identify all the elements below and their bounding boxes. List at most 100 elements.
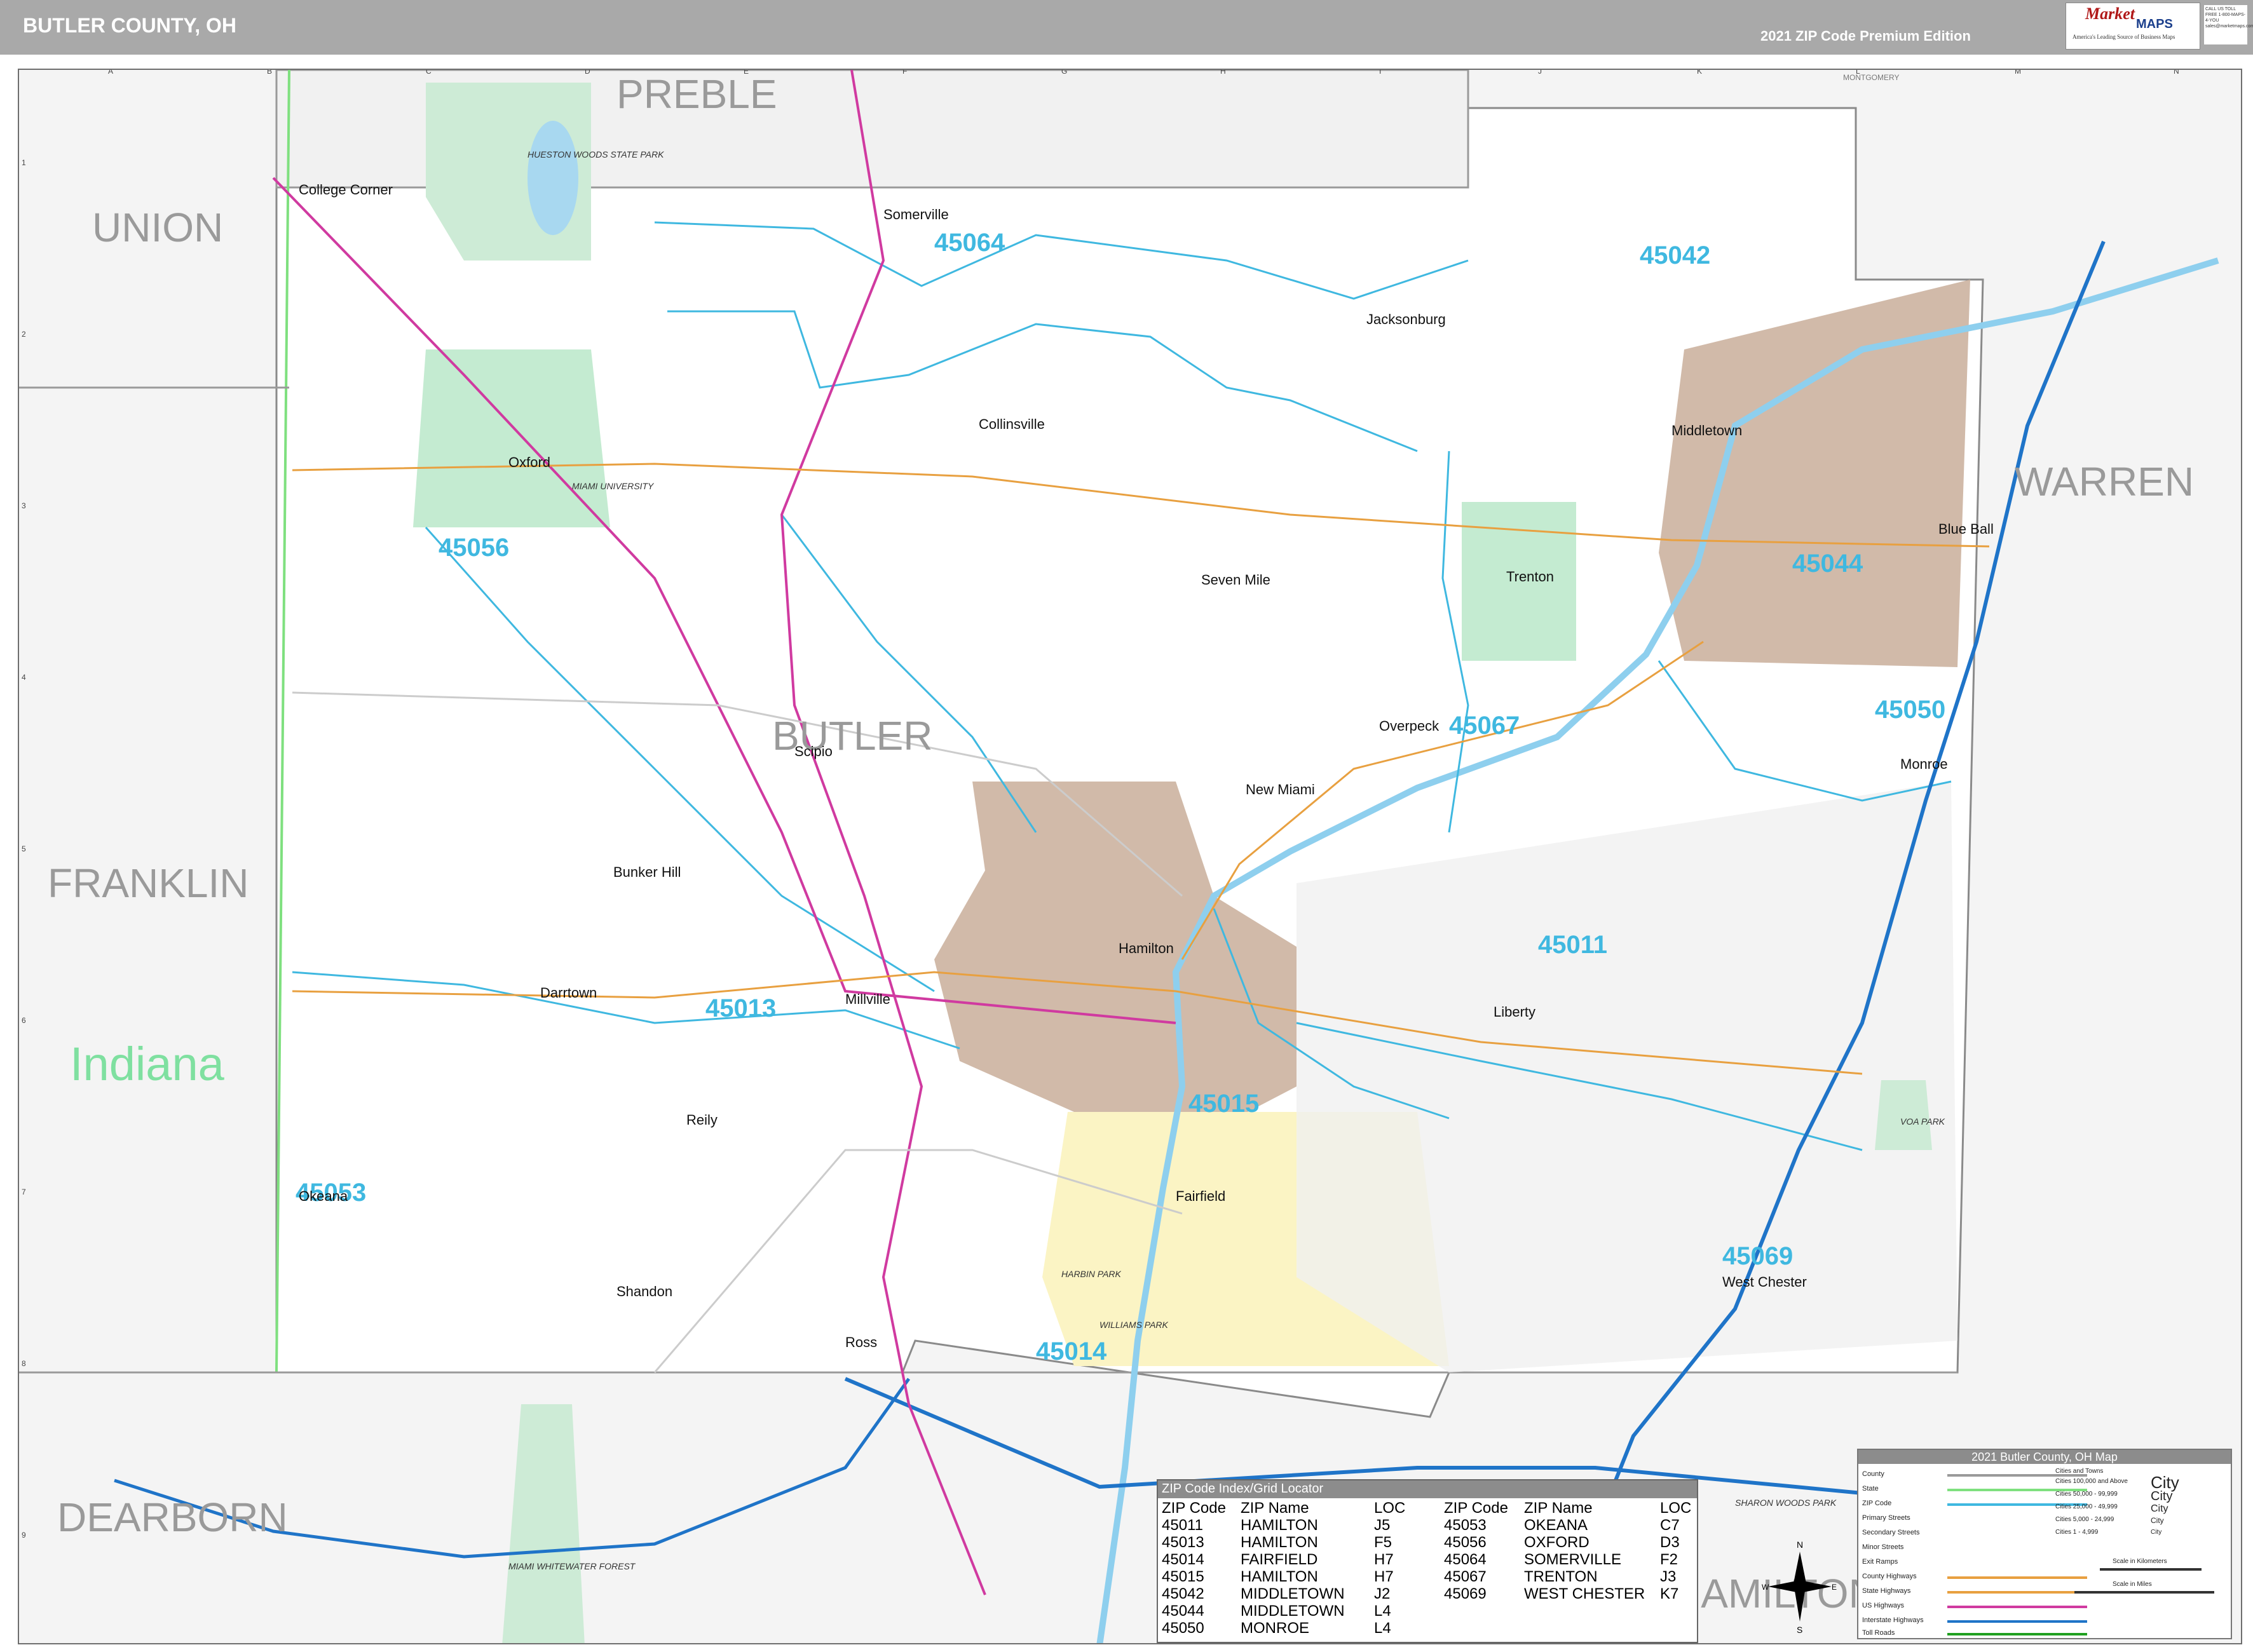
grid-col-f: F: [902, 70, 907, 76]
zip-cell: 45069: [1444, 1585, 1487, 1602]
zip-name-cell: HAMILTON: [1241, 1517, 1318, 1534]
loc-cell: C7: [1660, 1517, 1680, 1534]
grid-row-2: 2: [22, 330, 26, 339]
loc-cell: J2: [1374, 1585, 1391, 1602]
map-title: BUTLER COUNTY, OH: [23, 14, 236, 37]
grid-row-6: 6: [22, 1016, 26, 1025]
zip-name-cell: MIDDLETOWN: [1241, 1585, 1345, 1602]
zip-col-left-zip: ZIP Code 45011 45013 45014 45015 45042 4…: [1162, 1500, 1226, 1637]
grid-col-k: K: [1697, 70, 1702, 76]
grid-row-5: 5: [22, 844, 26, 853]
zip-cell: 45013: [1162, 1534, 1204, 1551]
legend-city-size-3: Cities 25,000 - 49,999: [2055, 1503, 2118, 1510]
legend-county: County: [1862, 1470, 1884, 1478]
city-label-ross: Ross: [845, 1334, 877, 1350]
zip-label-45064: 45064: [934, 229, 1005, 257]
zip-label-45069: 45069: [1722, 1242, 1793, 1270]
city-label-scipio: Scipio: [794, 743, 833, 759]
zip-header: ZIP Code: [1162, 1500, 1226, 1517]
legend-state-hwy: State Highways: [1862, 1587, 1911, 1595]
zip-cell: 45056: [1444, 1534, 1487, 1551]
legend-city-size-4: Cities 5,000 - 24,999: [2055, 1516, 2114, 1523]
zip-cell: 45064: [1444, 1551, 1487, 1568]
city-label-west-chester: West Chester: [1722, 1274, 1807, 1290]
county-label-warren: WARREN: [2015, 459, 2194, 504]
grid-col-m: M: [2015, 70, 2021, 76]
zip-cell: 45014: [1162, 1551, 1204, 1568]
city-label-fairfield: Fairfield: [1176, 1188, 1225, 1204]
legend-us-hwy: US Highways: [1862, 1602, 1905, 1609]
logo-market-text: Market: [2085, 4, 2135, 23]
grid-col-d: D: [585, 70, 590, 76]
zip-cell: 45015: [1162, 1568, 1204, 1585]
legend-county-hwy: County Highways: [1862, 1573, 1917, 1580]
park-label-hueston-woods: HUESTON WOODS STATE PARK: [528, 149, 664, 159]
zip-name-cell: WEST CHESTER: [1524, 1585, 1645, 1602]
zip-name-cell: OKEANA: [1524, 1517, 1588, 1534]
zip-name-header: ZIP Name: [1524, 1500, 1593, 1517]
loc-cell: F5: [1374, 1534, 1392, 1551]
zip-label-45067: 45067: [1449, 712, 1520, 740]
loc-cell: J5: [1374, 1517, 1391, 1534]
grid-row-7: 7: [22, 1188, 26, 1196]
grid-col-n: N: [2174, 70, 2179, 76]
legend-primary: Primary Streets: [1862, 1514, 1910, 1522]
map-graphics[interactable]: A B C D E F G H I J K L M N 1 2 3 4 5 6 …: [19, 70, 2242, 1644]
city-label-oxford: Oxford: [508, 454, 550, 470]
legend-toll: Toll Roads: [1862, 1629, 1895, 1637]
legend-toll-swatch: [1947, 1633, 2087, 1635]
state-label-indiana: Indiana: [70, 1038, 225, 1090]
zip-cell: 45044: [1162, 1602, 1204, 1620]
loc-header: LOC: [1374, 1500, 1406, 1517]
city-label-darrtown: Darrtown: [540, 985, 597, 1001]
legend-secondary: Secondary Streets: [1862, 1529, 1920, 1536]
loc-cell: H7: [1374, 1568, 1394, 1585]
edition-label: 2021 ZIP Code Premium Edition: [1760, 28, 1971, 44]
zip-name-cell: MIDDLETOWN: [1241, 1602, 1345, 1620]
county-label-dearborn: DEARBORN: [57, 1494, 288, 1540]
grid-col-b: B: [267, 70, 272, 76]
legend-city-sample-5: City: [2151, 1529, 2162, 1536]
legend-scale-km: Scale in Kilometers: [2113, 1558, 2167, 1565]
legend-interstate: Interstate Highways: [1862, 1616, 1924, 1624]
loc-cell: H7: [1374, 1551, 1394, 1568]
contact-info: CALL US TOLL FREE 1-800-MAPS-4-YOU sales…: [2204, 5, 2253, 44]
zip-col-left-loc: LOC J5 F5 H7 H7 J2 L4 L4: [1374, 1500, 1405, 1637]
loc-cell: K7: [1660, 1585, 1679, 1602]
loc-cell: J3: [1660, 1568, 1677, 1585]
legend-minor: Minor Streets: [1862, 1543, 1904, 1551]
zip-name-cell: SOMERVILLE: [1524, 1551, 1621, 1568]
city-label-college-corner: College Corner: [299, 182, 393, 198]
grid-col-i: I: [1379, 70, 1381, 76]
legend-state-hwy-swatch: [1947, 1591, 2087, 1594]
compass-s: S: [1797, 1625, 1802, 1634]
city-label-new-miami: New Miami: [1246, 782, 1315, 797]
legend-ramps: Exit Ramps: [1862, 1558, 1898, 1566]
city-label-bunker-hill: Bunker Hill: [613, 864, 681, 880]
city-label-overpeck: Overpeck: [1379, 718, 1440, 734]
loc-cell: F2: [1660, 1551, 1678, 1568]
market-maps-logo[interactable]: Market MAPS America's Leading Source of …: [2066, 3, 2200, 50]
compass-e: E: [1832, 1583, 1837, 1592]
zip-cell: 45042: [1162, 1585, 1204, 1602]
zip-index-title: ZIP Code Index/Grid Locator: [1158, 1480, 1697, 1498]
grid-row-1: 1: [22, 158, 26, 167]
zip-name-cell: MONROE: [1241, 1620, 1309, 1637]
legend-county-hwy-swatch: [1947, 1576, 2087, 1579]
city-label-jacksonburg: Jacksonburg: [1366, 311, 1446, 327]
map-canvas[interactable]: A B C D E F G H I J K L M N 1 2 3 4 5 6 …: [18, 69, 2242, 1644]
legend-cities-title: Cities and Towns: [2055, 1468, 2104, 1475]
zip-col-left-name: ZIP Name HAMILTON HAMILTON FAIRFIELD HAM…: [1241, 1500, 1345, 1637]
zip-name-cell: OXFORD: [1524, 1534, 1589, 1551]
loc-cell: L4: [1374, 1620, 1391, 1637]
legend-city-size-1: Cities 100,000 and Above: [2055, 1478, 2128, 1485]
zip-cell: 45050: [1162, 1620, 1204, 1637]
zip-label-45044: 45044: [1792, 550, 1863, 578]
city-label-shandon: Shandon: [616, 1283, 672, 1299]
compass-needle-ew: [1768, 1580, 1832, 1593]
logo-tagline: America's Leading Source of Business Map…: [2073, 34, 2175, 40]
zip-name-cell: FAIRFIELD: [1241, 1551, 1318, 1568]
zip-cell: 45053: [1444, 1517, 1487, 1534]
legend-city-sample-4: City: [2151, 1516, 2164, 1525]
grid-col-j: J: [1538, 70, 1542, 76]
